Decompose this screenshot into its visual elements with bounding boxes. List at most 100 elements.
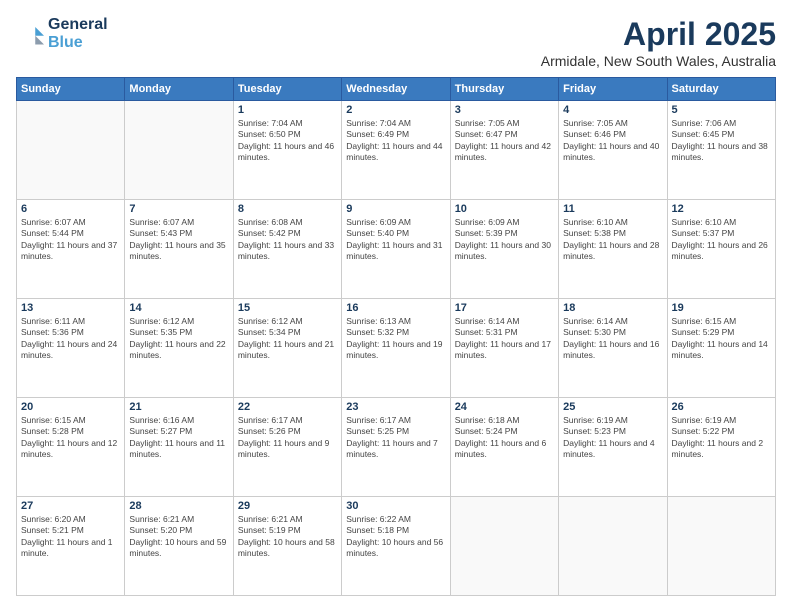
calendar-header-cell: Thursday [450, 78, 558, 101]
day-number: 23 [346, 401, 445, 413]
day-info: Sunrise: 7:05 AM Sunset: 6:46 PM Dayligh… [563, 118, 662, 164]
day-number: 10 [455, 203, 554, 215]
calendar-day-cell: 16 Sunrise: 6:13 AM Sunset: 5:32 PM Dayli… [342, 299, 450, 398]
day-number: 17 [455, 302, 554, 314]
calendar-header-cell: Wednesday [342, 78, 450, 101]
calendar-day-cell: 27 Sunrise: 6:20 AM Sunset: 5:21 PM Dayli… [17, 497, 125, 596]
day-number: 30 [346, 500, 445, 512]
day-info: Sunrise: 6:21 AM Sunset: 5:20 PM Dayligh… [129, 514, 228, 560]
calendar-day-cell: 3 Sunrise: 7:05 AM Sunset: 6:47 PM Daylig… [450, 101, 558, 200]
day-number: 3 [455, 104, 554, 116]
day-info: Sunrise: 6:17 AM Sunset: 5:26 PM Dayligh… [238, 415, 337, 461]
logo-icon [16, 20, 44, 48]
day-number: 13 [21, 302, 120, 314]
day-info: Sunrise: 6:16 AM Sunset: 5:27 PM Dayligh… [129, 415, 228, 461]
day-info: Sunrise: 6:20 AM Sunset: 5:21 PM Dayligh… [21, 514, 120, 560]
title-area: April 2025 Armidale, New South Wales, Au… [541, 16, 776, 69]
calendar-week-row: 27 Sunrise: 6:20 AM Sunset: 5:21 PM Dayli… [17, 497, 776, 596]
day-info: Sunrise: 6:14 AM Sunset: 5:30 PM Dayligh… [563, 316, 662, 362]
calendar-day-cell [450, 497, 558, 596]
day-info: Sunrise: 6:19 AM Sunset: 5:22 PM Dayligh… [672, 415, 771, 461]
calendar-day-cell: 29Sunrise: 6:21 AM Sunset: 5:19 PM Dayli… [233, 497, 341, 596]
calendar-day-cell: 19Sunrise: 6:15 AM Sunset: 5:29 PM Dayli… [667, 299, 775, 398]
day-number: 5 [672, 104, 771, 116]
day-number: 21 [129, 401, 228, 413]
calendar-header-row: SundayMondayTuesdayWednesdayThursdayFrid… [17, 78, 776, 101]
day-number: 9 [346, 203, 445, 215]
day-number: 6 [21, 203, 120, 215]
day-info: Sunrise: 6:10 AM Sunset: 5:38 PM Dayligh… [563, 217, 662, 263]
calendar-day-cell: 6 Sunrise: 6:07 AM Sunset: 5:44 PM Daylig… [17, 200, 125, 299]
day-number: 27 [21, 500, 120, 512]
day-info: Sunrise: 6:09 AM Sunset: 5:40 PM Dayligh… [346, 217, 445, 263]
calendar-day-cell: 10 Sunrise: 6:09 AM Sunset: 5:39 PM Dayli… [450, 200, 558, 299]
calendar-day-cell: 12Sunrise: 6:10 AM Sunset: 5:37 PM Dayli… [667, 200, 775, 299]
calendar-day-cell: 17Sunrise: 6:14 AM Sunset: 5:31 PM Dayli… [450, 299, 558, 398]
day-info: Sunrise: 6:22 AM Sunset: 5:18 PM Dayligh… [346, 514, 445, 560]
day-info: Sunrise: 7:05 AM Sunset: 6:47 PM Dayligh… [455, 118, 554, 164]
day-number: 26 [672, 401, 771, 413]
header: General Blue April 2025 Armidale, New So… [16, 16, 776, 69]
day-info: Sunrise: 6:09 AM Sunset: 5:39 PM Dayligh… [455, 217, 554, 263]
calendar-day-cell: 25Sunrise: 6:19 AM Sunset: 5:23 PM Dayli… [559, 398, 667, 497]
day-info: Sunrise: 6:11 AM Sunset: 5:36 PM Dayligh… [21, 316, 120, 362]
day-info: Sunrise: 7:04 AM Sunset: 6:50 PM Dayligh… [238, 118, 337, 164]
day-number: 2 [346, 104, 445, 116]
day-info: Sunrise: 6:12 AM Sunset: 5:35 PM Dayligh… [129, 316, 228, 362]
day-info: Sunrise: 6:15 AM Sunset: 5:28 PM Dayligh… [21, 415, 120, 461]
day-number: 4 [563, 104, 662, 116]
calendar-header-cell: Saturday [667, 78, 775, 101]
day-info: Sunrise: 6:13 AM Sunset: 5:32 PM Dayligh… [346, 316, 445, 362]
calendar-header-cell: Friday [559, 78, 667, 101]
day-info: Sunrise: 6:07 AM Sunset: 5:44 PM Dayligh… [21, 217, 120, 263]
calendar-day-cell: 11 Sunrise: 6:10 AM Sunset: 5:38 PM Dayli… [559, 200, 667, 299]
calendar-day-cell: 13 Sunrise: 6:11 AM Sunset: 5:36 PM Dayli… [17, 299, 125, 398]
page: General Blue April 2025 Armidale, New So… [0, 0, 792, 612]
calendar-day-cell: 15Sunrise: 6:12 AM Sunset: 5:34 PM Dayli… [233, 299, 341, 398]
calendar-day-cell: 23 Sunrise: 6:17 AM Sunset: 5:25 PM Dayli… [342, 398, 450, 497]
day-number: 22 [238, 401, 337, 413]
calendar-day-cell [667, 497, 775, 596]
day-info: Sunrise: 7:04 AM Sunset: 6:49 PM Dayligh… [346, 118, 445, 164]
calendar-day-cell: 5 Sunrise: 7:06 AM Sunset: 6:45 PM Daylig… [667, 101, 775, 200]
calendar-day-cell: 8 Sunrise: 6:08 AM Sunset: 5:42 PM Daylig… [233, 200, 341, 299]
day-number: 15 [238, 302, 337, 314]
day-info: Sunrise: 6:19 AM Sunset: 5:23 PM Dayligh… [563, 415, 662, 461]
day-number: 1 [238, 104, 337, 116]
calendar-table: SundayMondayTuesdayWednesdayThursdayFrid… [16, 77, 776, 596]
day-number: 28 [129, 500, 228, 512]
calendar-day-cell [559, 497, 667, 596]
calendar-day-cell [125, 101, 233, 200]
location: Armidale, New South Wales, Australia [541, 53, 776, 69]
day-number: 29 [238, 500, 337, 512]
day-info: Sunrise: 6:18 AM Sunset: 5:24 PM Dayligh… [455, 415, 554, 461]
day-info: Sunrise: 6:10 AM Sunset: 5:37 PM Dayligh… [672, 217, 771, 263]
calendar-body: 1 Sunrise: 7:04 AM Sunset: 6:50 PM Daylig… [17, 101, 776, 596]
calendar-week-row: 1 Sunrise: 7:04 AM Sunset: 6:50 PM Daylig… [17, 101, 776, 200]
day-number: 7 [129, 203, 228, 215]
day-number: 14 [129, 302, 228, 314]
day-number: 11 [563, 203, 662, 215]
calendar-header-cell: Sunday [17, 78, 125, 101]
day-info: Sunrise: 6:17 AM Sunset: 5:25 PM Dayligh… [346, 415, 445, 461]
day-number: 20 [21, 401, 120, 413]
day-number: 8 [238, 203, 337, 215]
calendar-day-cell: 26 Sunrise: 6:19 AM Sunset: 5:22 PM Dayli… [667, 398, 775, 497]
day-number: 16 [346, 302, 445, 314]
calendar-week-row: 13 Sunrise: 6:11 AM Sunset: 5:36 PM Dayli… [17, 299, 776, 398]
calendar-day-cell: 1 Sunrise: 7:04 AM Sunset: 6:50 PM Daylig… [233, 101, 341, 200]
day-info: Sunrise: 6:08 AM Sunset: 5:42 PM Dayligh… [238, 217, 337, 263]
calendar-day-cell: 20 Sunrise: 6:15 AM Sunset: 5:28 PM Dayli… [17, 398, 125, 497]
calendar-day-cell: 9 Sunrise: 6:09 AM Sunset: 5:40 PM Daylig… [342, 200, 450, 299]
day-number: 18 [563, 302, 662, 314]
day-info: Sunrise: 7:06 AM Sunset: 6:45 PM Dayligh… [672, 118, 771, 164]
calendar-day-cell: 28 Sunrise: 6:21 AM Sunset: 5:20 PM Dayli… [125, 497, 233, 596]
calendar-day-cell: 30 Sunrise: 6:22 AM Sunset: 5:18 PM Dayli… [342, 497, 450, 596]
day-number: 24 [455, 401, 554, 413]
logo-text: General Blue [48, 16, 108, 52]
day-info: Sunrise: 6:07 AM Sunset: 5:43 PM Dayligh… [129, 217, 228, 263]
calendar-day-cell: 24 Sunrise: 6:18 AM Sunset: 5:24 PM Dayli… [450, 398, 558, 497]
calendar-header-cell: Monday [125, 78, 233, 101]
calendar-day-cell: 14 Sunrise: 6:12 AM Sunset: 5:35 PM Dayli… [125, 299, 233, 398]
calendar-header-cell: Tuesday [233, 78, 341, 101]
